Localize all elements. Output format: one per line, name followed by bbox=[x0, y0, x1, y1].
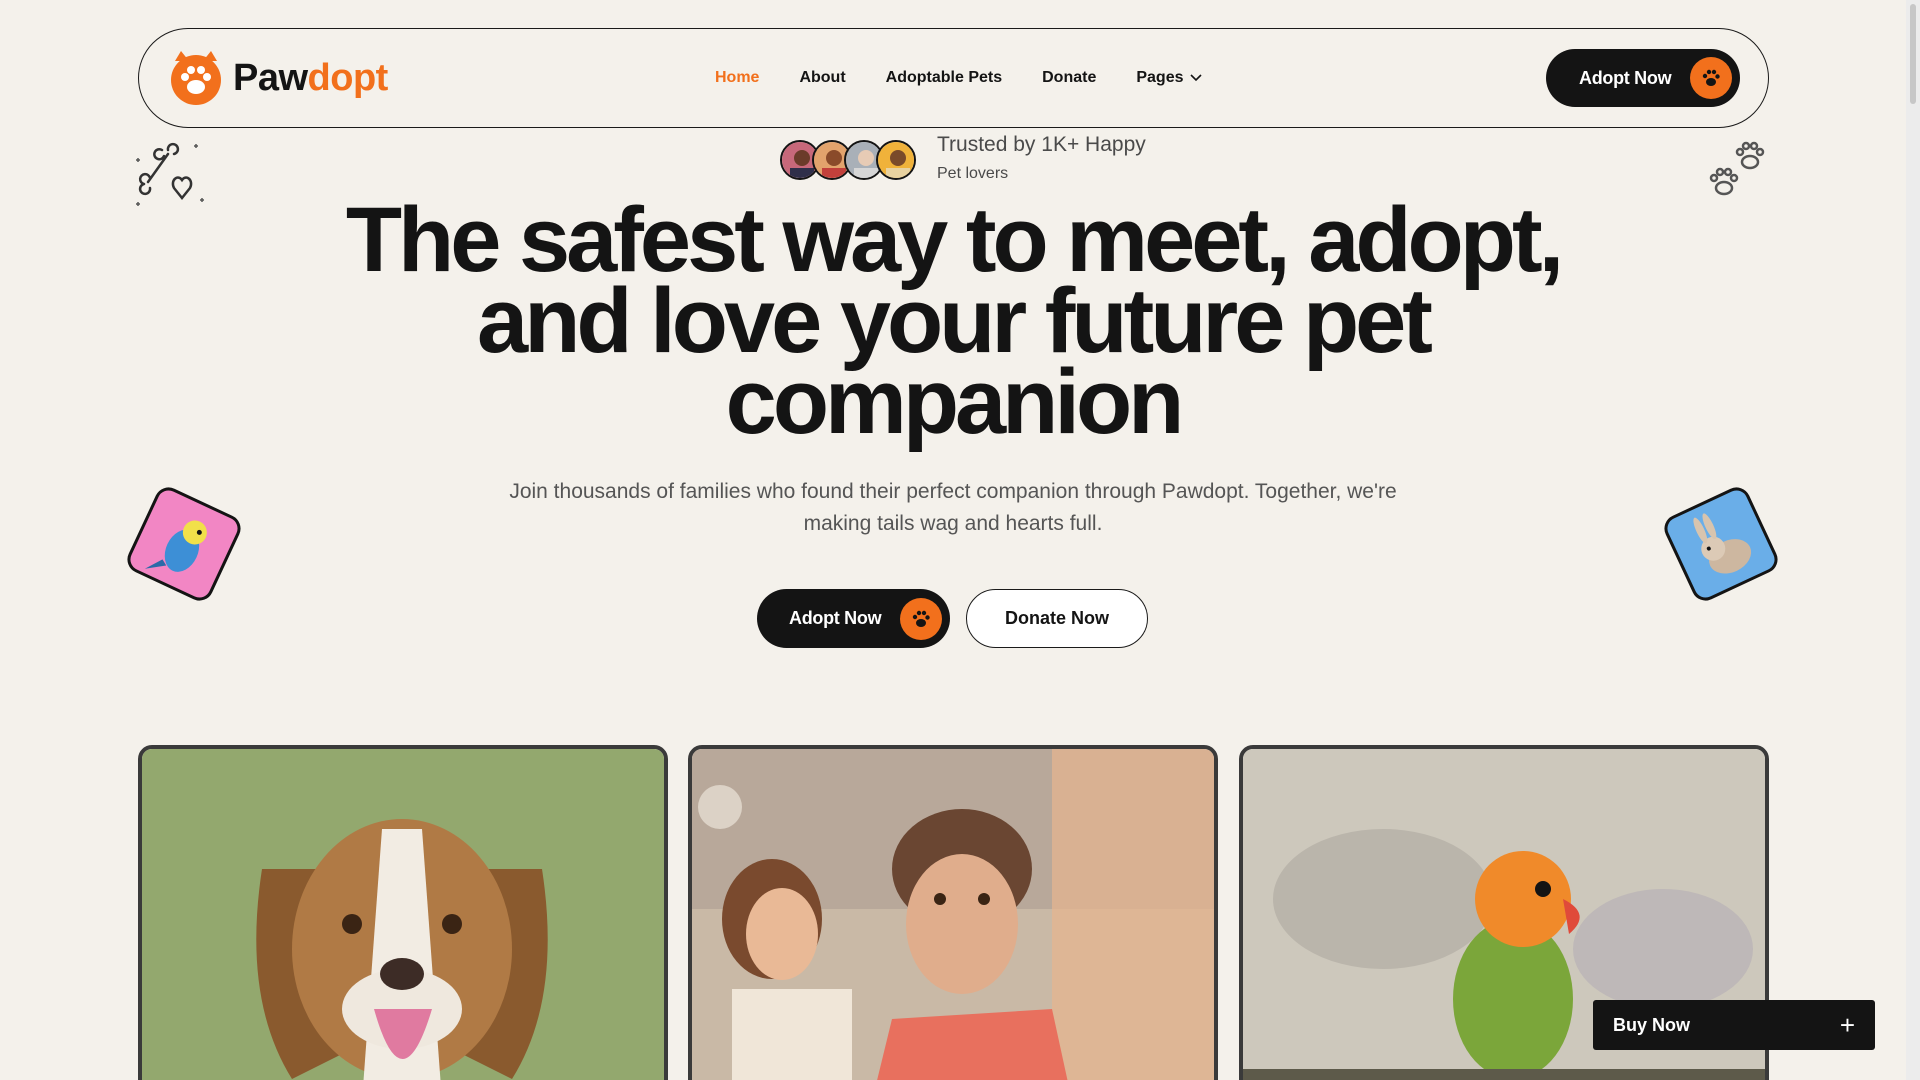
card-dog-image bbox=[138, 745, 668, 1080]
paw-logo-icon bbox=[171, 51, 221, 105]
trust-subtitle: Pet lovers bbox=[937, 165, 1009, 182]
page-scrollbar[interactable] bbox=[1906, 0, 1920, 1080]
brand-name-part1: Paw bbox=[233, 56, 308, 99]
brand-name: Pawdopt bbox=[233, 57, 388, 100]
plus-icon: + bbox=[1839, 1009, 1855, 1040]
donate-now-button[interactable]: Donate Now bbox=[966, 589, 1148, 648]
description-line-2: making tails wag and hearts full. bbox=[803, 512, 1103, 535]
paw-icon bbox=[1690, 57, 1732, 99]
paw-prints-icon bbox=[1709, 141, 1765, 196]
header-adopt-now-label: Adopt Now bbox=[1579, 67, 1672, 88]
nav-item-home[interactable]: Home bbox=[715, 69, 759, 87]
hero-adopt-now-button[interactable]: Adopt Now bbox=[757, 589, 950, 648]
chevron-down-icon bbox=[1189, 74, 1202, 82]
headline-line-2: and love your future pet bbox=[477, 270, 1433, 372]
logo[interactable]: Pawdopt bbox=[167, 49, 388, 107]
site-header: Pawdopt Home About Adoptable Pets Donate… bbox=[138, 28, 1769, 128]
hero-description: Join thousands of families who found the… bbox=[0, 476, 1906, 540]
card-couple-image bbox=[688, 745, 1218, 1080]
nav-item-about[interactable]: About bbox=[799, 69, 845, 87]
trust-title: Trusted by 1K+ Happy bbox=[937, 133, 1146, 156]
avatar bbox=[876, 140, 916, 180]
description-line-1: Join thousands of families who found the… bbox=[509, 480, 1397, 503]
nav-item-adoptable-pets[interactable]: Adoptable Pets bbox=[886, 69, 1002, 87]
headline-line-3: companion bbox=[725, 351, 1185, 453]
buy-now-label: Buy Now bbox=[1613, 1014, 1691, 1035]
avatar-group bbox=[780, 140, 916, 180]
nav-item-pages-label: Pages bbox=[1136, 69, 1184, 86]
header-adopt-now-button[interactable]: Adopt Now bbox=[1546, 49, 1740, 107]
hero-adopt-now-label: Adopt Now bbox=[789, 608, 882, 628]
nav-item-pages[interactable]: Pages bbox=[1136, 69, 1202, 87]
brand-name-part2: dopt bbox=[307, 56, 389, 99]
main-nav: Home About Adoptable Pets Donate Pages bbox=[715, 29, 1202, 127]
nav-item-donate[interactable]: Donate bbox=[1042, 69, 1096, 87]
paw-icon bbox=[900, 597, 942, 640]
headline-line-1: The safest way to meet, adopt, bbox=[345, 189, 1564, 291]
hero-headline: The safest way to meet, adopt, and love … bbox=[0, 189, 1906, 453]
scrollbar-thumb[interactable] bbox=[1910, 4, 1916, 104]
buy-now-button[interactable]: Buy Now + bbox=[1593, 1000, 1875, 1050]
